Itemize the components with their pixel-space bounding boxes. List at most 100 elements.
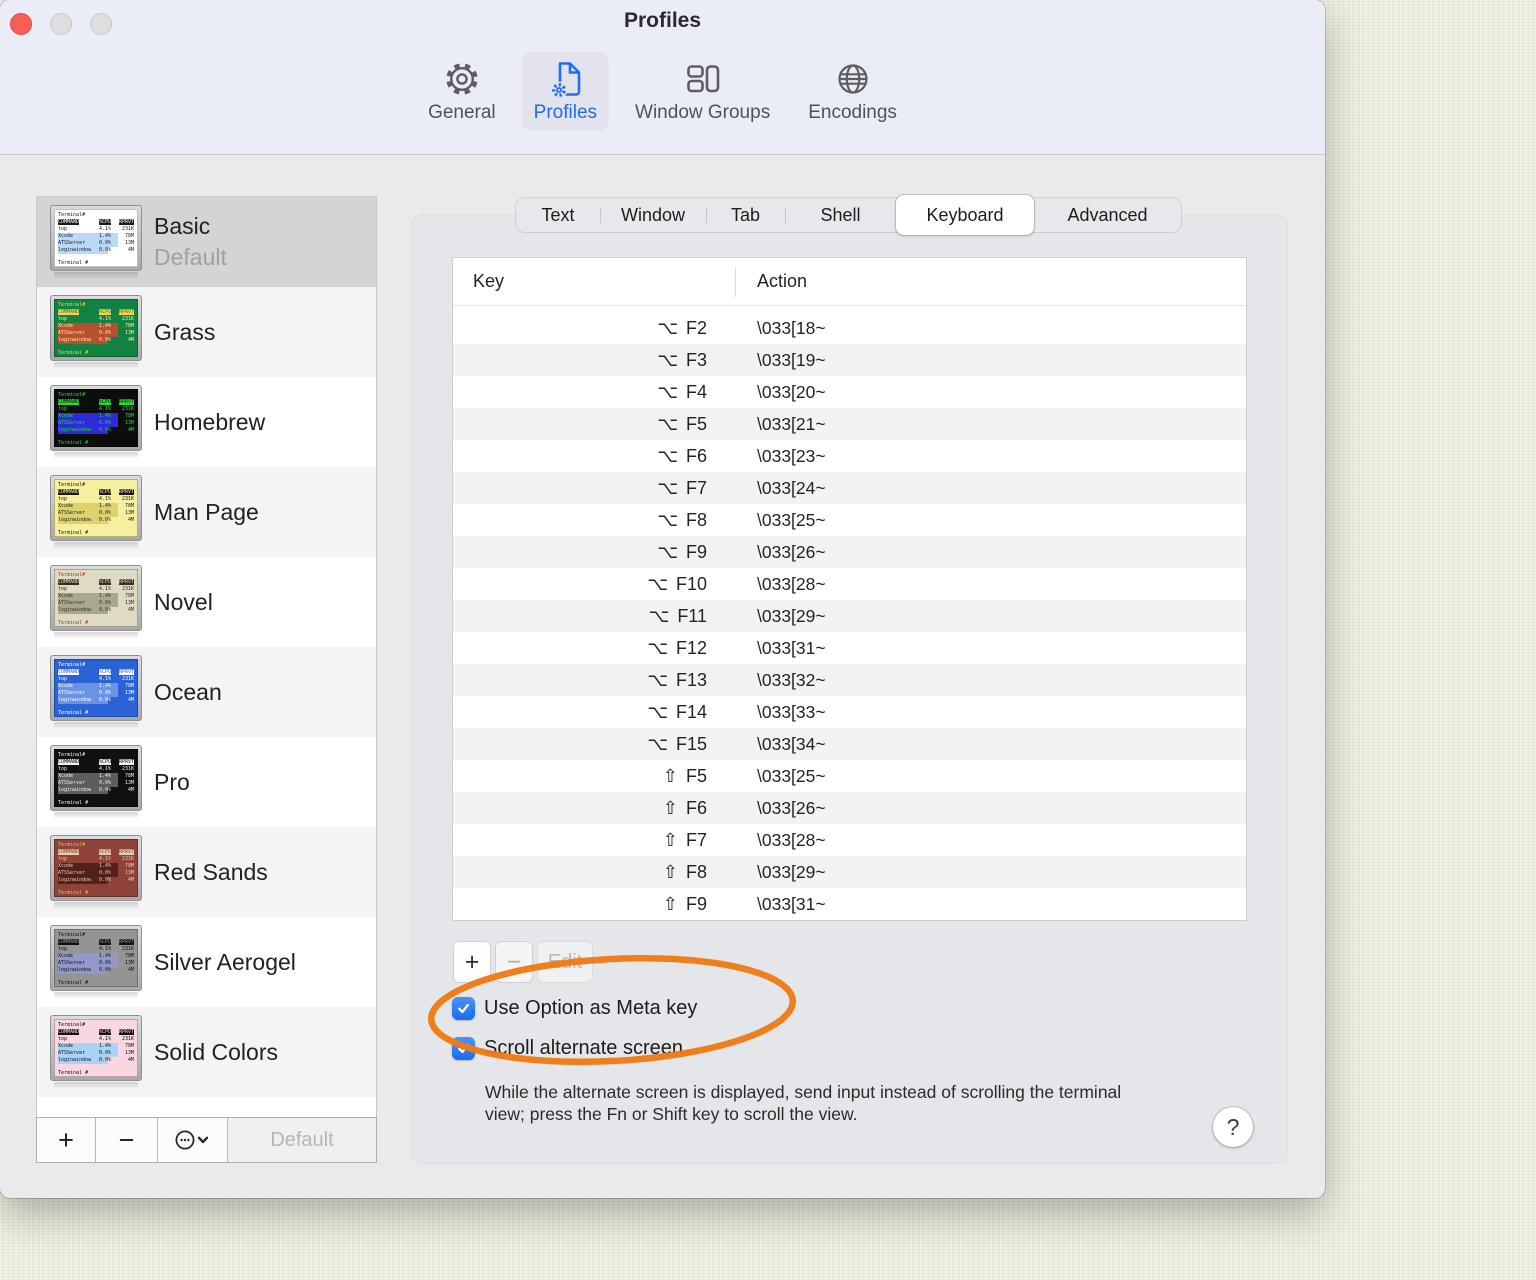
shortcut-row[interactable]: ⌥ F6 \033[23~ bbox=[453, 440, 1246, 472]
toolbar-item-general[interactable]: General bbox=[416, 52, 508, 131]
shortcut-row[interactable]: ⌥ F7 \033[24~ bbox=[453, 472, 1246, 504]
profile-thumbnail: Terminal# COMMAND %CPU RPRVT top 4.1% 231K… bbox=[50, 295, 142, 369]
shortcut-row[interactable]: ⇧ F7 \033[28~ bbox=[453, 824, 1246, 856]
shortcut-row[interactable]: ⌥ F3 \033[19~ bbox=[453, 344, 1246, 376]
profile-thumbnail: Terminal# COMMAND %CPU RPRVT top 4.1% 231K… bbox=[50, 835, 142, 909]
sidebar: Terminal# COMMAND %CPU RPRVT top 4.1% 231K… bbox=[36, 196, 377, 1163]
tab-advanced[interactable]: Advanced bbox=[1034, 198, 1181, 232]
modifier-key-glyph: ⌥ bbox=[657, 445, 678, 466]
modifier-key-glyph: ⌥ bbox=[657, 381, 678, 402]
function-key: F6 bbox=[685, 797, 707, 818]
shortcut-row[interactable]: ⌥ F8 \033[25~ bbox=[453, 504, 1246, 536]
table-header: Key Action bbox=[453, 258, 1246, 306]
option-as-meta-checkbox[interactable] bbox=[452, 997, 475, 1020]
sidebar-footer: + − Default bbox=[36, 1117, 377, 1163]
shortcut-row[interactable]: ⌥ F15 \033[34~ bbox=[453, 728, 1246, 760]
scroll-alternate-checkbox-row: Scroll alternate screen bbox=[452, 1037, 683, 1060]
gear-icon bbox=[440, 57, 484, 101]
shortcut-row[interactable]: ⇧ F5 \033[25~ bbox=[453, 760, 1246, 792]
checkmark-icon bbox=[458, 1003, 469, 1014]
shortcut-action: \033[25~ bbox=[757, 765, 826, 786]
profile-row-grass[interactable]: Terminal# COMMAND %CPU RPRVT top 4.1% 231K… bbox=[37, 287, 376, 377]
shortcut-row[interactable]: ⌥ F11 \033[29~ bbox=[453, 600, 1246, 632]
profile-row-man-page[interactable]: Terminal# COMMAND %CPU RPRVT top 4.1% 231K… bbox=[37, 467, 376, 557]
function-key: F3 bbox=[685, 349, 707, 370]
shortcut-action: \033[29~ bbox=[757, 861, 826, 882]
option-as-meta-label: Use Option as Meta key bbox=[484, 997, 698, 1019]
toolbar-item-label: General bbox=[428, 102, 496, 123]
modifier-key-glyph: ⌥ bbox=[657, 413, 678, 434]
function-key: F4 bbox=[685, 381, 707, 402]
shortcut-row[interactable]: ⇧ F8 \033[29~ bbox=[453, 856, 1246, 888]
profile-row-pro[interactable]: Terminal# COMMAND %CPU RPRVT top 4.1% 231K… bbox=[37, 737, 376, 827]
tab-text[interactable]: Text bbox=[516, 198, 600, 232]
function-key: F6 bbox=[685, 445, 707, 466]
function-key: F8 bbox=[685, 509, 707, 530]
profile-subtitle: Default bbox=[154, 244, 227, 270]
shortcut-row[interactable]: ⌥ F2 \033[18~ bbox=[453, 312, 1246, 344]
tab-tab[interactable]: Tab bbox=[705, 198, 785, 232]
edit-shortcut-button[interactable]: Edit bbox=[537, 941, 593, 983]
help-button[interactable]: ? bbox=[1213, 1107, 1253, 1147]
shortcut-row[interactable]: ⌥ F13 \033[32~ bbox=[453, 664, 1246, 696]
modifier-key-glyph: ⇧ bbox=[662, 893, 678, 914]
toolbar-item-encodings[interactable]: Encodings bbox=[796, 52, 909, 131]
profile-row-red-sands[interactable]: Terminal# COMMAND %CPU RPRVT top 4.1% 231K… bbox=[37, 827, 376, 917]
shortcut-row[interactable]: ⌥ F9 \033[26~ bbox=[453, 536, 1246, 568]
profile-thumbnail: Terminal# COMMAND %CPU RPRVT top 4.1% 231K… bbox=[50, 385, 142, 459]
shortcut-row[interactable]: ⌥ F14 \033[33~ bbox=[453, 696, 1246, 728]
function-key: F7 bbox=[685, 477, 707, 498]
shortcut-row[interactable]: ⇧ F9 \033[31~ bbox=[453, 888, 1246, 920]
option-as-meta-checkbox-row: Use Option as Meta key bbox=[452, 997, 697, 1020]
mini-terminal: Terminal# COMMAND %CPU RPRVT top 4.1% 231K… bbox=[54, 929, 138, 987]
profile-name: Red Sands bbox=[154, 858, 268, 885]
profile-row-solid-colors[interactable]: Terminal# COMMAND %CPU RPRVT top 4.1% 231K… bbox=[37, 1007, 376, 1097]
toolbar-item-profiles[interactable]: Profiles bbox=[521, 52, 610, 131]
ellipsis-circle-chevron-icon bbox=[174, 1130, 208, 1150]
shortcut-row[interactable]: ⌥ F4 \033[20~ bbox=[453, 376, 1246, 408]
profile-row-ocean[interactable]: Terminal# COMMAND %CPU RPRVT top 4.1% 231K… bbox=[37, 647, 376, 737]
profile-row-basic[interactable]: Terminal# COMMAND %CPU RPRVT top 4.1% 231K… bbox=[37, 197, 376, 287]
profile-name: Homebrew bbox=[154, 408, 266, 435]
shortcut-row[interactable]: ⇧ F6 \033[26~ bbox=[453, 792, 1246, 824]
scroll-alternate-checkbox[interactable] bbox=[452, 1037, 475, 1060]
profile-thumbnail: Terminal# COMMAND %CPU RPRVT top 4.1% 231K… bbox=[50, 205, 142, 279]
table-rows: ⌥ F2 \033[18~ ⌥ F3 \033[19~ ⌥ F4 \033[20… bbox=[453, 306, 1246, 920]
profile-name: Novel bbox=[154, 588, 213, 615]
modifier-key-glyph: ⌥ bbox=[648, 605, 670, 626]
toolbar-item-label: Profiles bbox=[533, 102, 598, 123]
profile-row-silver-aerogel[interactable]: Terminal# COMMAND %CPU RPRVT top 4.1% 231K… bbox=[37, 917, 376, 1007]
profile-row-homebrew[interactable]: Terminal# COMMAND %CPU RPRVT top 4.1% 231K… bbox=[37, 377, 376, 467]
window-title: Profiles bbox=[623, 9, 702, 32]
modifier-key-glyph: ⇧ bbox=[662, 765, 678, 786]
shortcut-row[interactable]: ⌥ F10 \033[28~ bbox=[453, 568, 1246, 600]
function-key: F9 bbox=[685, 893, 707, 914]
function-key: F5 bbox=[685, 413, 707, 434]
profile-tabs: Text Window Tab Shell Keyboard Advanced bbox=[516, 195, 1181, 235]
profile-name: Grass bbox=[154, 318, 216, 345]
function-key: F13 bbox=[675, 669, 707, 690]
shortcut-action: \033[24~ bbox=[757, 477, 826, 498]
shortcut-row[interactable]: ⌥ F12 \033[31~ bbox=[453, 632, 1246, 664]
more-options-button[interactable] bbox=[158, 1118, 228, 1162]
tab-shell[interactable]: Shell bbox=[784, 198, 896, 232]
profile-row-novel[interactable]: Terminal# COMMAND %CPU RPRVT top 4.1% 231K… bbox=[37, 557, 376, 647]
tab-window[interactable]: Window bbox=[599, 198, 706, 232]
shortcut-action: \033[26~ bbox=[757, 797, 826, 818]
function-key: F12 bbox=[675, 637, 707, 658]
tab-keyboard[interactable]: Keyboard bbox=[896, 195, 1034, 235]
profile-thumbnail: Terminal# COMMAND %CPU RPRVT top 4.1% 231K… bbox=[50, 745, 142, 819]
remove-profile-button[interactable]: − bbox=[96, 1118, 158, 1162]
default-button[interactable]: Default bbox=[228, 1118, 376, 1162]
shortcut-action: \033[26~ bbox=[757, 541, 826, 562]
remove-shortcut-button[interactable]: − bbox=[495, 941, 533, 983]
add-shortcut-button[interactable]: + bbox=[453, 941, 491, 983]
add-profile-button[interactable]: + bbox=[37, 1118, 96, 1162]
modifier-key-glyph: ⌥ bbox=[657, 477, 678, 498]
desktop: Profiles General Profiles Window Groups … bbox=[0, 0, 1536, 1280]
toolbar-item-label: Window Groups bbox=[635, 102, 771, 123]
toolbar-item-label: Encodings bbox=[808, 102, 897, 123]
shortcut-action: \033[33~ bbox=[757, 701, 826, 722]
shortcut-row[interactable]: ⌥ F5 \033[21~ bbox=[453, 408, 1246, 440]
toolbar-item-window-groups[interactable]: Window Groups bbox=[623, 52, 782, 131]
